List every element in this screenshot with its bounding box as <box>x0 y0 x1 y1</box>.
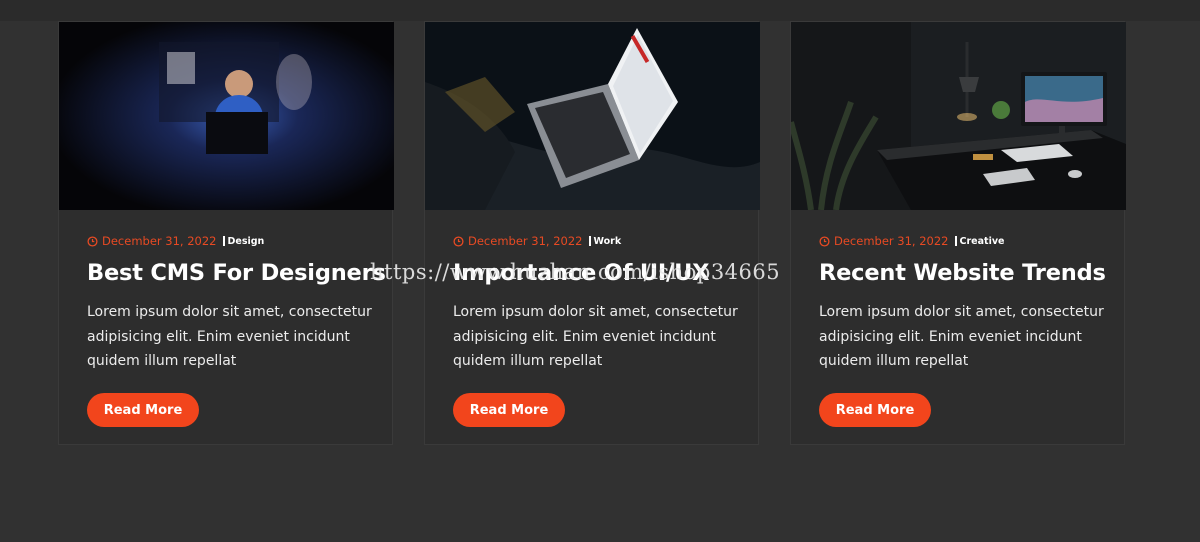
card-image-graphic <box>59 22 394 210</box>
blog-card-1: December 31, 2022 Design Best CMS For De… <box>58 21 394 445</box>
post-meta: December 31, 2022 Design <box>87 234 264 248</box>
card-image-graphic <box>425 22 760 210</box>
post-date: December 31, 2022 <box>468 234 583 248</box>
meta-separator <box>954 236 957 246</box>
card-image[interactable] <box>59 22 394 210</box>
post-date: December 31, 2022 <box>102 234 217 248</box>
read-more-button[interactable]: Read More <box>819 393 931 427</box>
post-title[interactable]: Recent Website Trends <box>819 260 1106 286</box>
clock-icon <box>819 235 830 247</box>
card-image[interactable] <box>425 22 760 210</box>
meta-separator <box>222 236 225 246</box>
read-more-button[interactable]: Read More <box>87 393 199 427</box>
post-excerpt: Lorem ipsum dolor sit amet, consectetur … <box>453 304 738 369</box>
post-excerpt: Lorem ipsum dolor sit amet, consectetur … <box>87 304 372 369</box>
watermark-text: https://www.huzhan.com/ishop34665 <box>370 260 781 284</box>
read-more-button[interactable]: Read More <box>453 393 565 427</box>
post-category[interactable]: Work <box>594 236 622 247</box>
blog-card-3: December 31, 2022 Creative Recent Websit… <box>790 21 1126 445</box>
card-image-graphic <box>791 22 1126 210</box>
post-meta: December 31, 2022 Creative <box>819 234 1004 248</box>
card-image[interactable] <box>791 22 1126 210</box>
clock-icon <box>453 235 464 247</box>
post-meta: December 31, 2022 Work <box>453 234 621 248</box>
meta-separator <box>588 236 591 246</box>
post-category[interactable]: Creative <box>960 236 1005 247</box>
post-date: December 31, 2022 <box>834 234 949 248</box>
post-category[interactable]: Design <box>228 236 265 247</box>
post-title[interactable]: Best CMS For Designers <box>87 260 386 286</box>
blog-card-2: December 31, 2022 Work Importance Of UI/… <box>424 21 760 445</box>
post-excerpt: Lorem ipsum dolor sit amet, consectetur … <box>819 304 1104 369</box>
clock-icon <box>87 235 98 247</box>
top-bar <box>0 0 1200 21</box>
